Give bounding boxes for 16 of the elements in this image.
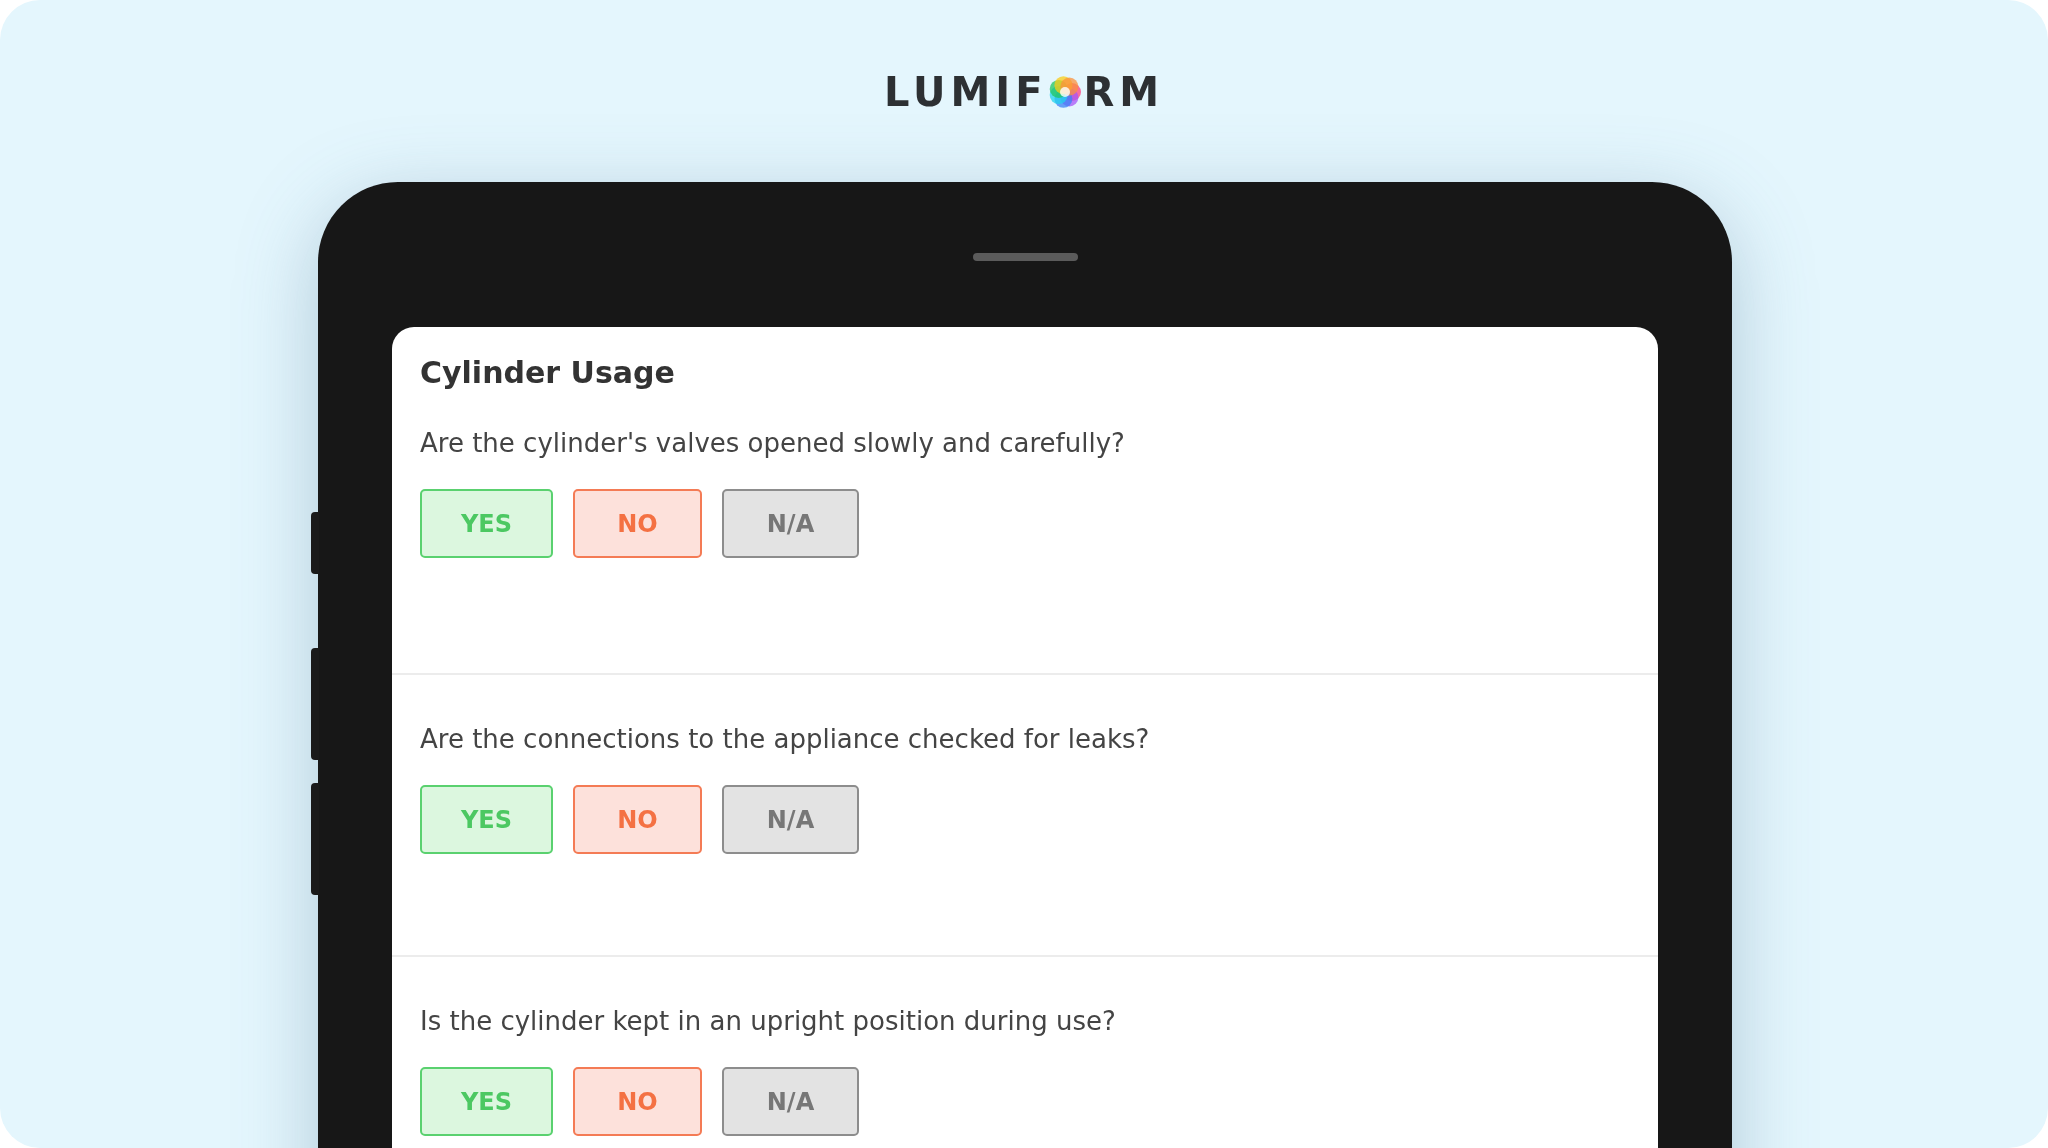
answer-button[interactable]: N/A bbox=[722, 1067, 859, 1136]
question-text: Are the connections to the appliance checked for leaks? bbox=[420, 723, 1151, 756]
question-text: Is the cylinder kept in an upright position during use? bbox=[420, 1005, 1117, 1038]
answer-button[interactable]: NO bbox=[573, 785, 702, 854]
form-title: Cylinder Usage bbox=[419, 354, 676, 392]
answer-button[interactable]: N/A bbox=[722, 489, 859, 558]
answer-button[interactable]: YES bbox=[420, 1067, 553, 1136]
logo-text: RM bbox=[1083, 72, 1165, 112]
answer-button[interactable]: YES bbox=[420, 785, 553, 854]
answer-button[interactable]: N/A bbox=[722, 785, 859, 854]
question-text: Are the cylinder's valves opened slowly and carefully? bbox=[420, 427, 1126, 460]
answer-button[interactable]: NO bbox=[573, 1067, 702, 1136]
answer-button[interactable]: NO bbox=[573, 489, 702, 558]
logo-flower-icon bbox=[1048, 75, 1083, 109]
answer-button[interactable]: YES bbox=[420, 489, 553, 558]
logo-text: LUMIF bbox=[883, 72, 1048, 112]
